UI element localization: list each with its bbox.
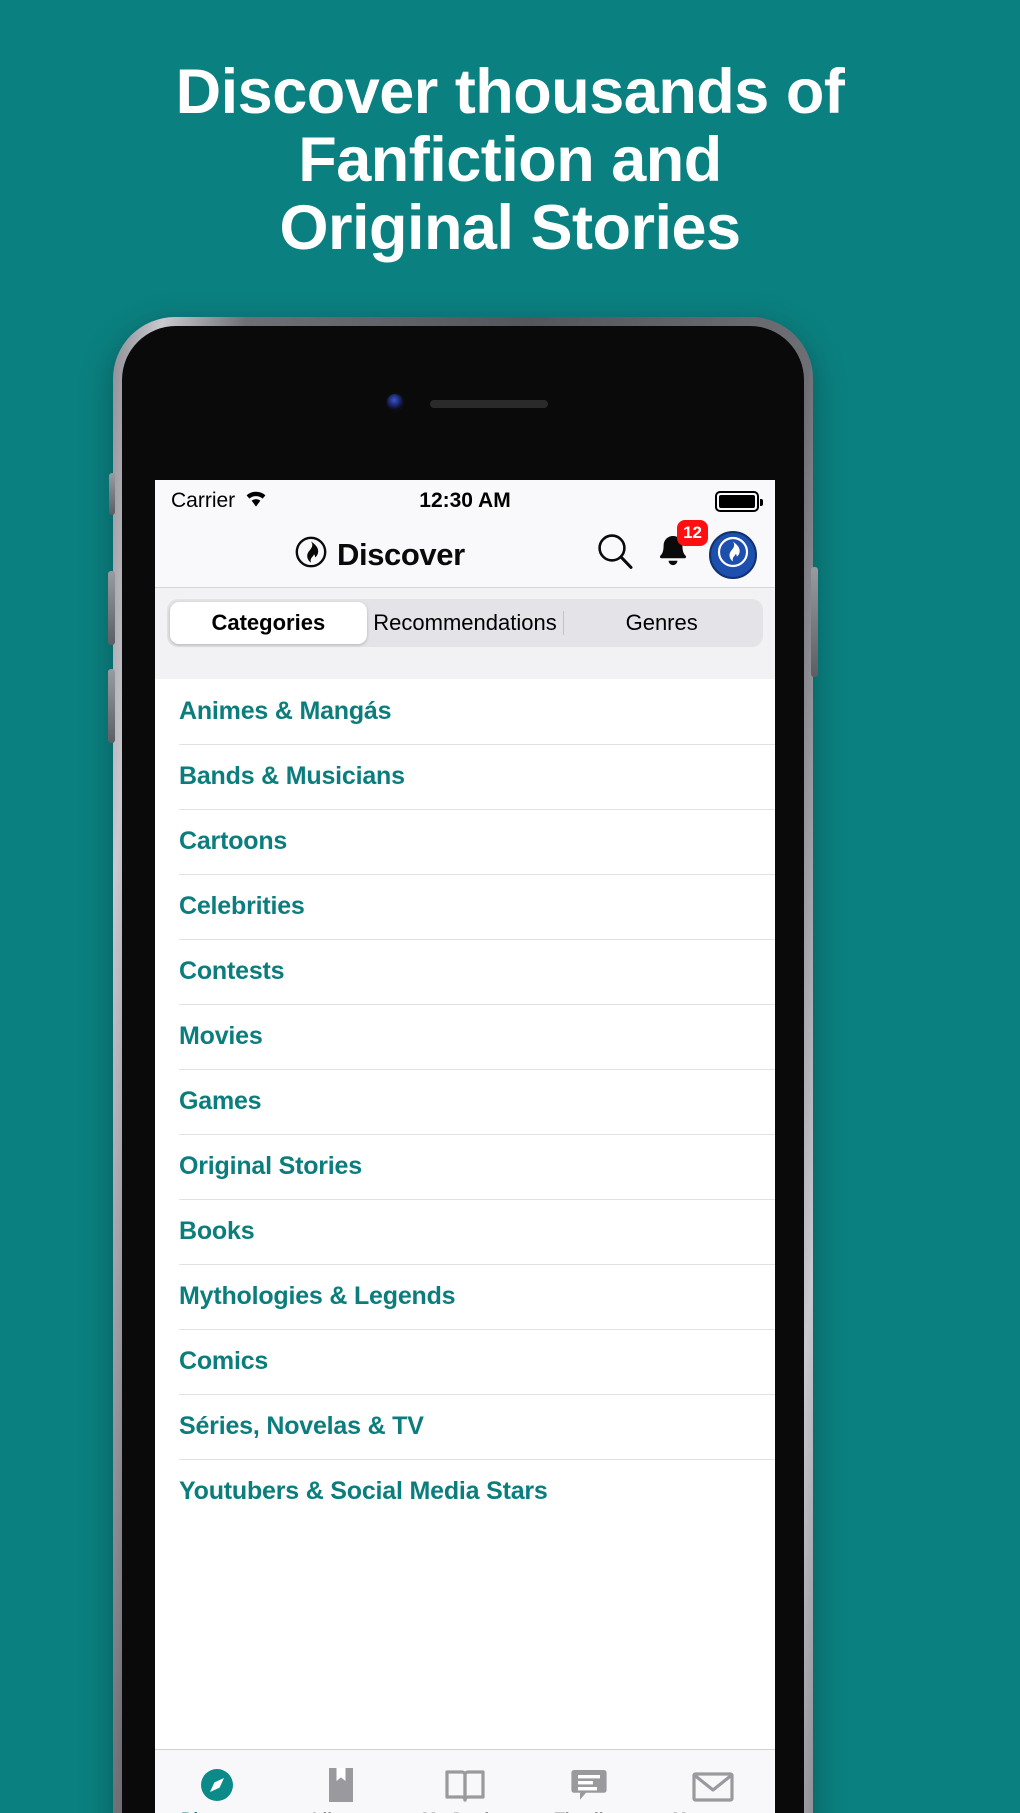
- category-label: Animes & Mangás: [179, 697, 392, 725]
- earpiece-speaker: [430, 400, 548, 408]
- notifications-badge: 12: [677, 520, 708, 546]
- list-item[interactable]: Cartoons: [155, 809, 775, 874]
- category-list[interactable]: Animes & Mangás Bands & Musicians Cartoo…: [155, 679, 775, 1749]
- tab-categories[interactable]: Categories: [170, 602, 367, 644]
- list-item[interactable]: Mythologies & Legends: [155, 1264, 775, 1329]
- navbar-actions: 12: [593, 520, 761, 579]
- category-label: Cartoons: [179, 827, 288, 855]
- list-item[interactable]: Youtubers & Social Media Stars: [155, 1459, 775, 1524]
- category-label: Movies: [179, 1022, 263, 1050]
- category-label: Youtubers & Social Media Stars: [179, 1477, 548, 1505]
- list-item[interactable]: Celebrities: [155, 874, 775, 939]
- list-item[interactable]: Games: [155, 1069, 775, 1134]
- phone-bezel: Carrier 12:30 AM Discover 12 Categories …: [122, 326, 804, 1813]
- wifi-icon: [243, 488, 269, 514]
- search-button[interactable]: [593, 530, 637, 579]
- battery-full-icon: [715, 490, 763, 512]
- category-label: Comics: [179, 1347, 269, 1375]
- category-label: Contests: [179, 957, 285, 985]
- tab-bar-item-messages[interactable]: Messages: [651, 1750, 775, 1813]
- flame-badge-icon: [295, 536, 327, 573]
- page-title: Discover: [295, 536, 465, 573]
- phone-device-frame: Carrier 12:30 AM Discover 12 Categories …: [108, 317, 818, 1813]
- power-button[interactable]: [811, 567, 818, 677]
- category-label: Games: [179, 1087, 262, 1115]
- category-label: Séries, Novelas & TV: [179, 1412, 424, 1440]
- carrier-label: Carrier: [171, 489, 236, 512]
- list-item[interactable]: Animes & Mangás: [155, 679, 775, 744]
- tab-genres[interactable]: Genres: [563, 602, 760, 644]
- app-navigation-bar: Discover 12: [155, 520, 775, 588]
- segmented-control-container: Categories Recommendations Genres: [155, 588, 775, 659]
- tab-recommendations-label: Recommendations: [373, 610, 557, 635]
- tab-categories-label: Categories: [211, 610, 326, 635]
- segmented-control: Categories Recommendations Genres: [167, 599, 763, 647]
- category-label: Celebrities: [179, 892, 305, 920]
- tab-bar-item-my-stories[interactable]: My Stories: [403, 1750, 527, 1813]
- search-icon: [593, 530, 637, 579]
- status-bar-right: [715, 490, 763, 512]
- tab-bar-label: Timeline: [555, 1809, 624, 1813]
- status-bar: Carrier 12:30 AM: [155, 480, 775, 522]
- phone-screen: Carrier 12:30 AM Discover 12 Categories …: [155, 480, 775, 1813]
- page-title-label: Discover: [337, 536, 465, 572]
- notifications-button[interactable]: 12: [655, 520, 708, 577]
- tab-bar-item-discover[interactable]: Discover: [155, 1750, 279, 1813]
- tab-bar-label: Messages: [672, 1809, 753, 1813]
- list-item[interactable]: Comics: [155, 1329, 775, 1394]
- tab-bar-label: Library: [312, 1809, 370, 1813]
- category-label: Original Stories: [179, 1152, 362, 1180]
- compass-icon: [198, 1764, 236, 1804]
- chat-lines-icon: [570, 1764, 608, 1804]
- list-item[interactable]: Original Stories: [155, 1134, 775, 1199]
- list-item[interactable]: Bands & Musicians: [155, 744, 775, 809]
- list-item[interactable]: Séries, Novelas & TV: [155, 1394, 775, 1459]
- category-label: Books: [179, 1217, 255, 1245]
- envelope-icon: [692, 1764, 734, 1804]
- tab-bar-label: My Stories: [422, 1809, 508, 1813]
- tab-bar-item-timeline[interactable]: Timeline: [527, 1750, 651, 1813]
- avatar[interactable]: [709, 530, 757, 579]
- volume-down-button[interactable]: [108, 669, 115, 743]
- bottom-tab-bar: Discover Library: [155, 1749, 775, 1813]
- list-item[interactable]: Contests: [155, 939, 775, 1004]
- open-book-icon: [444, 1764, 486, 1804]
- list-item[interactable]: Books: [155, 1199, 775, 1264]
- bookmark-icon: [325, 1764, 357, 1804]
- promo-headline: Discover thousands of Fanfiction and Ori…: [175, 57, 845, 264]
- mute-switch[interactable]: [109, 473, 115, 515]
- category-label: Mythologies & Legends: [179, 1282, 456, 1310]
- tab-bar-label: Discover: [181, 1809, 253, 1813]
- status-bar-left: Carrier: [171, 488, 269, 514]
- category-label: Bands & Musicians: [179, 762, 405, 790]
- front-camera-icon: [387, 394, 403, 410]
- list-item[interactable]: Movies: [155, 1004, 775, 1069]
- tab-genres-label: Genres: [625, 610, 698, 635]
- tab-recommendations[interactable]: Recommendations: [367, 602, 564, 644]
- user-avatar-flame-icon: [716, 535, 750, 574]
- list-top-spacer: [155, 659, 775, 679]
- tab-bar-item-library[interactable]: Library: [279, 1750, 403, 1813]
- volume-up-button[interactable]: [108, 571, 115, 645]
